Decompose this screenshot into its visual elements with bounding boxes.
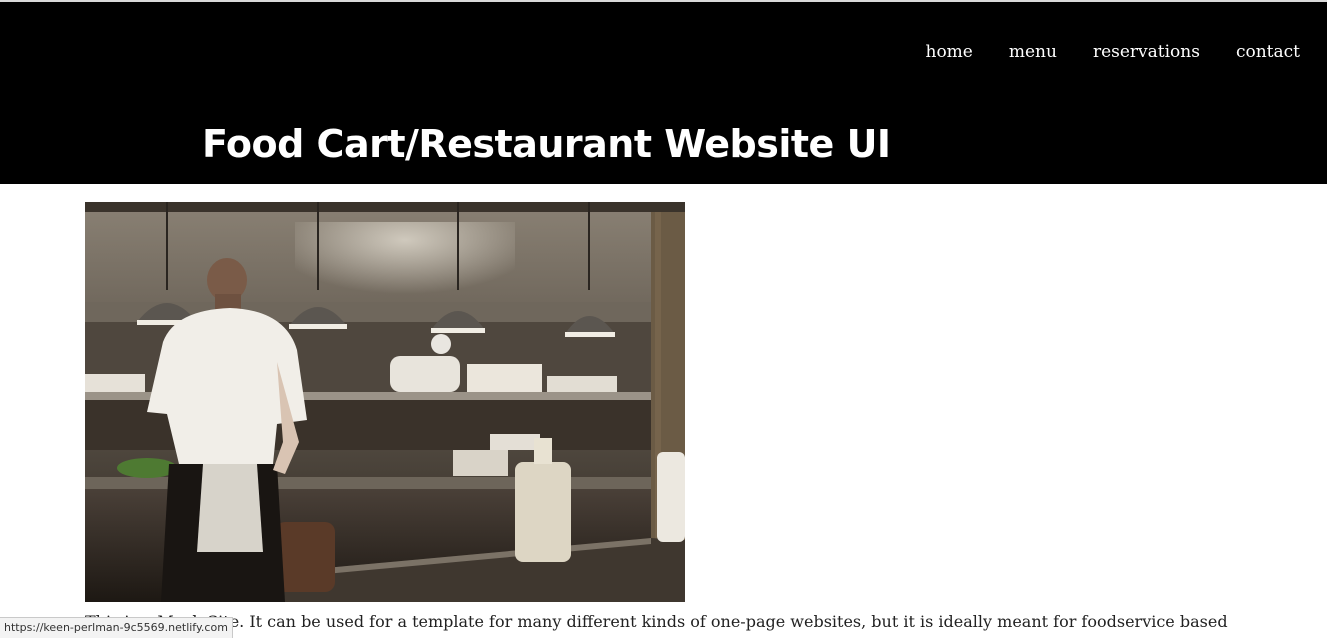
browser-status-bar: https://keen-perlman-9c5569.netlify.com <box>0 617 233 638</box>
hero-image <box>85 202 685 602</box>
nav-link-home[interactable]: home <box>926 42 973 62</box>
intro-paragraph: This is a Mock Site. It can be used for … <box>85 612 1228 631</box>
main-nav: home menu reservations contact <box>926 42 1301 62</box>
page-title: Food Cart/Restaurant Website UI <box>202 122 891 166</box>
kitchen-photo <box>85 202 685 602</box>
nav-link-contact[interactable]: contact <box>1236 42 1300 62</box>
nav-link-menu[interactable]: menu <box>1009 42 1057 62</box>
site-header: home menu reservations contact Food Cart… <box>0 2 1327 184</box>
status-url: https://keen-perlman-9c5569.netlify.com <box>4 621 228 634</box>
nav-link-reservations[interactable]: reservations <box>1093 42 1200 62</box>
